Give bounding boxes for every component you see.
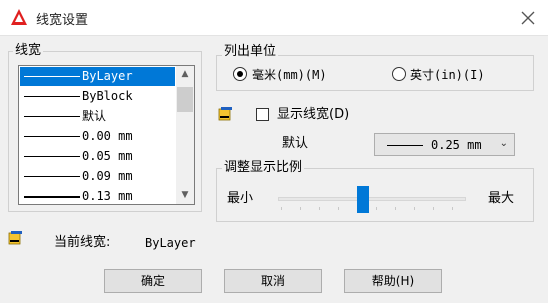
display-lineweight-checkbox[interactable] <box>256 108 269 121</box>
line-sample <box>24 176 80 177</box>
autocad-logo-icon <box>11 9 27 25</box>
list-item-0-09mm[interactable]: 0.09 mm <box>20 167 175 186</box>
close-icon[interactable] <box>516 6 540 30</box>
scroll-up-icon[interactable]: ▲ <box>176 66 194 83</box>
list-item-label: 0.05 mm <box>82 149 133 163</box>
scroll-thumb[interactable] <box>177 87 193 112</box>
title-bar: 线宽设置 <box>0 0 548 36</box>
help-button[interactable]: 帮助(H) <box>344 269 442 293</box>
scale-slider-thumb[interactable] <box>356 186 369 213</box>
line-sample <box>387 145 423 146</box>
scale-max-label: 最大 <box>488 191 515 206</box>
cancel-button[interactable]: 取消 <box>224 269 322 293</box>
line-sample <box>24 76 80 77</box>
lineweight-icon <box>218 107 232 121</box>
list-item-0-00mm[interactable]: 0.00 mm <box>20 127 175 146</box>
ok-button[interactable]: 确定 <box>104 269 202 293</box>
lineweight-list[interactable]: ByLayer ByBlock 默认 0.00 mm 0.05 mm 0.09 … <box>18 65 195 205</box>
default-label: 默认 <box>282 136 309 151</box>
current-lineweight-label: 当前线宽: <box>54 235 111 250</box>
scale-slider-track[interactable] <box>278 197 466 201</box>
scroll-down-icon[interactable]: ▼ <box>176 187 194 204</box>
line-sample <box>24 96 80 97</box>
unit-inch-radio[interactable] <box>392 67 406 81</box>
list-item-byblock[interactable]: ByBlock <box>20 87 175 106</box>
list-item-label: ByBlock <box>82 89 133 103</box>
default-lineweight-value: 0.25 mm <box>431 138 482 152</box>
unit-inch-label: 英寸(in)(I) <box>410 68 485 82</box>
list-item-label: ByLayer <box>82 69 133 83</box>
scale-group-label: 调整显示比例 <box>222 160 305 175</box>
unit-mm-radio[interactable] <box>233 67 247 81</box>
line-sample <box>24 196 80 198</box>
window-title: 线宽设置 <box>36 13 89 28</box>
current-lineweight-value: ByLayer <box>145 236 196 250</box>
line-sample <box>24 116 80 117</box>
units-group-label: 列出单位 <box>222 44 279 59</box>
chevron-down-icon: ⌄ <box>499 138 508 149</box>
list-item-label: 0.09 mm <box>82 169 133 183</box>
list-scrollbar[interactable]: ▲ ▼ <box>176 66 194 204</box>
scale-min-label: 最小 <box>227 191 254 206</box>
list-item-0-05mm[interactable]: 0.05 mm <box>20 147 175 166</box>
lineweight-group-label: 线宽 <box>13 43 44 58</box>
scale-group <box>216 168 534 222</box>
line-sample <box>24 136 80 137</box>
line-sample <box>24 156 80 157</box>
display-lineweight-label: 显示线宽(D) <box>277 107 350 122</box>
list-item-label: 0.13 mm <box>82 189 133 203</box>
unit-mm-label: 毫米(mm)(M) <box>252 68 327 82</box>
list-item-bylayer[interactable]: ByLayer <box>20 67 175 86</box>
list-item-label: 0.00 mm <box>82 129 133 143</box>
list-item-label: 默认 <box>82 109 107 123</box>
default-lineweight-dropdown[interactable]: 0.25 mm ⌄ <box>374 133 515 156</box>
list-item-0-13mm[interactable]: 0.13 mm <box>20 187 175 204</box>
lineweight-icon <box>8 231 22 245</box>
list-item-default[interactable]: 默认 <box>20 107 175 126</box>
